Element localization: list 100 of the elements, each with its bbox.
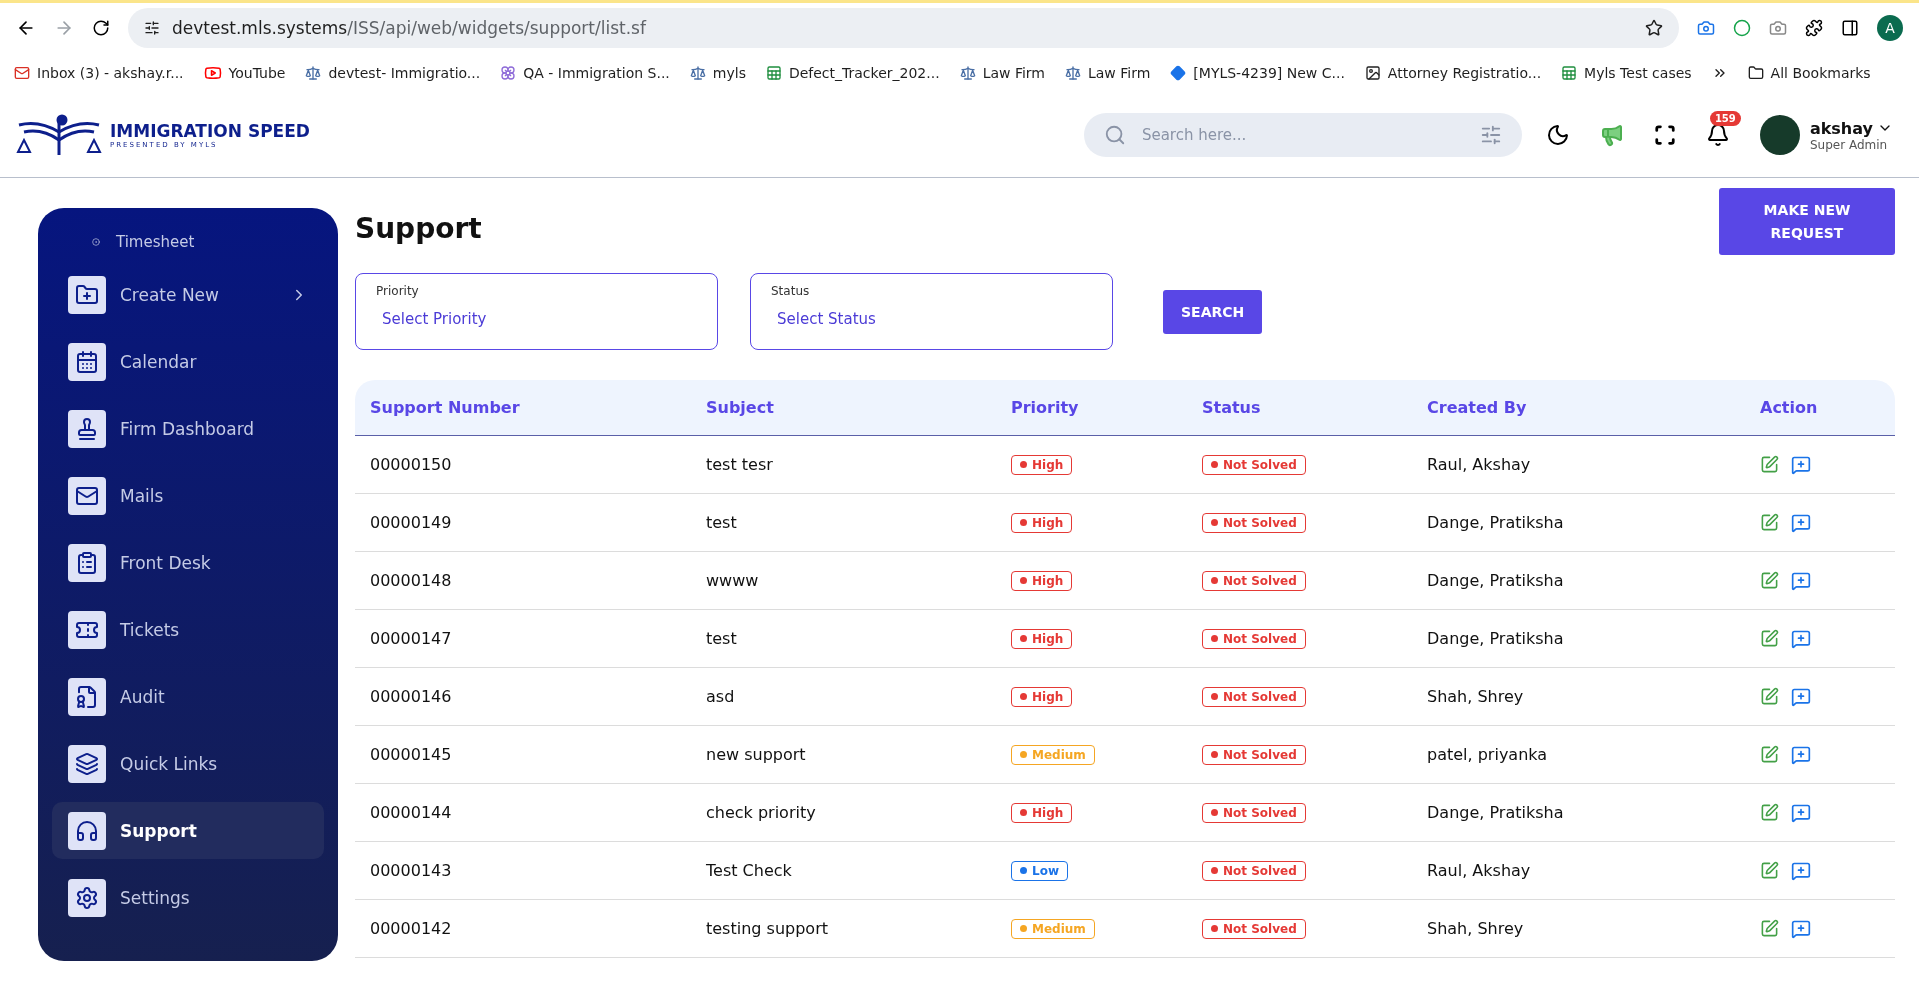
- status-badge: Not Solved: [1202, 686, 1306, 707]
- edit-icon[interactable]: [1760, 687, 1779, 706]
- column-header: Priority: [1011, 398, 1080, 417]
- add-comment-icon[interactable]: [1791, 802, 1811, 823]
- add-comment-icon[interactable]: [1791, 918, 1811, 939]
- column-header: Created By: [1427, 398, 1528, 417]
- url-text: devtest.mls.systems/ISS/api/web/widgets/support/list.sf: [172, 18, 648, 38]
- add-comment-icon[interactable]: [1791, 628, 1811, 649]
- settings-icon: [68, 878, 106, 917]
- column-header: Subject: [706, 398, 775, 417]
- fullscreen-icon[interactable]: [1653, 124, 1676, 146]
- sidebar-item[interactable]: Mails: [52, 467, 324, 524]
- sidebar-item[interactable]: Support: [52, 802, 324, 859]
- camera-icon[interactable]: [1769, 19, 1787, 37]
- add-comment-icon[interactable]: [1791, 860, 1811, 881]
- edit-icon[interactable]: [1760, 745, 1779, 764]
- bookmark-item[interactable]: Defect_Tracker_202...: [765, 64, 940, 81]
- status-badge: Not Solved: [1202, 802, 1306, 823]
- clipboard-icon: [68, 543, 106, 582]
- site-settings-icon[interactable]: [144, 20, 160, 36]
- profile-avatar[interactable]: A: [1877, 15, 1903, 41]
- sidebar-item[interactable]: Quick Links: [52, 735, 324, 792]
- bookmark-item[interactable]: [MYLS-4239] New C...: [1170, 64, 1345, 81]
- table-cell-text: testing support: [706, 919, 829, 938]
- megaphone-icon[interactable]: [1599, 123, 1624, 147]
- bookmark-item[interactable]: Inbox (3) - akshay.r...: [14, 64, 184, 81]
- side-panel-icon[interactable]: [1841, 19, 1859, 37]
- edit-icon[interactable]: [1760, 803, 1779, 822]
- extension-icon[interactable]: [1733, 19, 1751, 37]
- add-comment-icon[interactable]: [1791, 512, 1811, 533]
- edit-icon[interactable]: [1760, 455, 1779, 474]
- reload-icon[interactable]: [92, 19, 110, 37]
- table-cell-text: 00000150: [370, 455, 453, 474]
- bookmark-item[interactable]: Law Firm: [959, 64, 1045, 81]
- edit-icon[interactable]: [1760, 861, 1779, 880]
- select-field[interactable]: Status Select Status: [750, 273, 1113, 350]
- bell-icon[interactable]: [1705, 123, 1730, 147]
- status-badge: Not Solved: [1202, 512, 1306, 533]
- sidebar-item[interactable]: Firm Dashboard: [52, 400, 324, 457]
- table-cell-text: 00000148: [370, 571, 453, 590]
- edit-icon[interactable]: [1760, 571, 1779, 590]
- table-cell-text: Test Check: [706, 861, 793, 880]
- status-badge: Not Solved: [1202, 918, 1306, 939]
- edit-icon[interactable]: [1760, 919, 1779, 938]
- priority-badge: High: [1011, 512, 1073, 533]
- sidebar-item[interactable]: Audit: [52, 668, 324, 725]
- moon-icon[interactable]: [1545, 123, 1570, 147]
- sidebar-item[interactable]: Tickets: [52, 601, 324, 658]
- user-avatar[interactable]: [1759, 115, 1800, 155]
- all-bookmarks-item[interactable]: All Bookmarks: [1747, 64, 1871, 81]
- make-new-request-button[interactable]: MAKE NEW REQUEST: [1719, 188, 1895, 255]
- sidebar-item[interactable]: Settings: [52, 869, 324, 926]
- add-comment-icon[interactable]: [1791, 686, 1811, 707]
- add-comment-icon[interactable]: [1791, 454, 1811, 475]
- mail-icon: [14, 64, 30, 81]
- column-header: Support Number: [370, 398, 521, 417]
- search-field[interactable]: Search here...: [1139, 125, 1466, 145]
- table-cell-text: Shah, Shrey: [1427, 919, 1525, 938]
- bookmark-item[interactable]: QA - Immigration S...: [500, 64, 670, 81]
- edit-icon[interactable]: [1760, 629, 1779, 648]
- bookmark-item[interactable]: myls: [689, 64, 746, 81]
- sidebar-item[interactable]: Calendar: [52, 333, 324, 390]
- priority-badge: Low: [1011, 860, 1068, 881]
- table-cell-text: test: [706, 629, 738, 648]
- bookmark-item[interactable]: Attorney Registratio...: [1364, 64, 1542, 81]
- camera-icon[interactable]: [1697, 19, 1715, 37]
- filter-icon[interactable]: [1479, 124, 1502, 146]
- bookmark-star-icon[interactable]: [1645, 19, 1663, 37]
- stamp-icon: [68, 409, 106, 448]
- sidebar-subitem[interactable]: Timesheet: [52, 228, 324, 256]
- bookmark-item[interactable]: YouTube: [203, 63, 286, 82]
- search-bar[interactable]: Search here...: [1083, 113, 1522, 157]
- sidebar-item[interactable]: Front Desk: [52, 534, 324, 591]
- table-cell-text: 00000149: [370, 513, 453, 532]
- table-cell-text: wwww: [706, 571, 760, 590]
- table-cell-text: Dange, Pratiksha: [1427, 803, 1565, 822]
- table-cell-text: 00000146: [370, 687, 453, 706]
- status-badge: Not Solved: [1202, 570, 1306, 591]
- table-cell-text: asd: [706, 687, 736, 706]
- scale-icon: [689, 64, 706, 81]
- bookmark-item[interactable]: Law Firm: [1065, 64, 1151, 81]
- user-name: akshay: [1809, 118, 1873, 138]
- user-role: Super Admin: [1809, 137, 1889, 152]
- table-cell-text: test: [706, 513, 738, 532]
- edit-icon[interactable]: [1760, 513, 1779, 532]
- add-comment-icon[interactable]: [1791, 570, 1811, 591]
- sidebar-item[interactable]: Create New: [52, 266, 324, 323]
- ticket-icon: [68, 610, 106, 649]
- bookmark-item[interactable]: Myls Test cases: [1561, 64, 1692, 81]
- priority-badge: High: [1011, 570, 1073, 591]
- address-bar[interactable]: devtest.mls.systems/ISS/api/web/widgets/support/list.sf: [128, 8, 1679, 48]
- priority-badge: Medium: [1011, 744, 1095, 765]
- priority-badge: High: [1011, 454, 1073, 475]
- priority-badge: Medium: [1011, 918, 1095, 939]
- bookmark-item[interactable]: devtest- Immigratio...: [305, 64, 481, 81]
- select-field[interactable]: Priority Select Priority: [355, 273, 718, 350]
- search-button[interactable]: SEARCH: [1163, 289, 1263, 334]
- add-comment-icon[interactable]: [1791, 744, 1811, 765]
- priority-badge: High: [1011, 686, 1073, 707]
- extensions-icon[interactable]: [1805, 19, 1823, 37]
